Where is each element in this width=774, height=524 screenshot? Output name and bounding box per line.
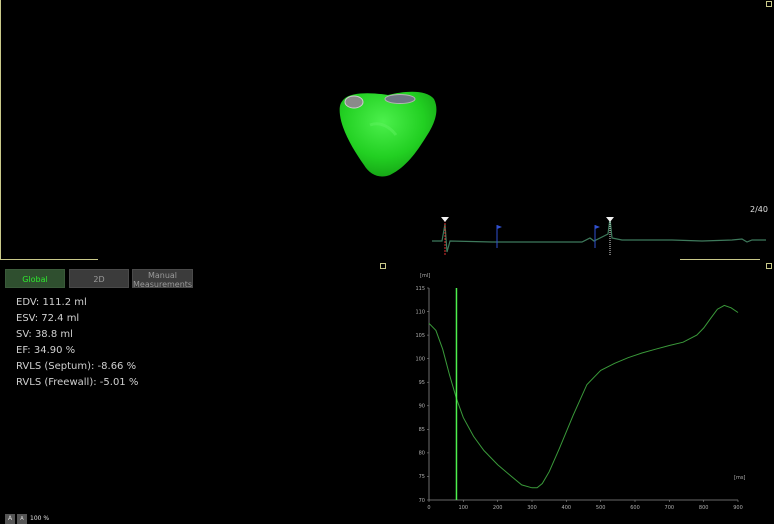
tab-2d[interactable]: 2D [69, 269, 129, 288]
measurement-value: -8.66 % [97, 361, 137, 372]
ecg-start-flag-icon [441, 217, 449, 222]
view-resize-handle-center[interactable] [380, 263, 386, 269]
ecg-trace [432, 217, 766, 253]
measurement-ef: EF: 34.90 % [16, 345, 75, 356]
ecg-strip[interactable] [432, 212, 772, 260]
y-tick-label: 70 [419, 498, 425, 504]
y-tick-label: 115 [415, 286, 425, 292]
x-tick-label: 800 [699, 505, 709, 511]
x-tick-label: 900 [733, 505, 743, 511]
measurement-label: SV: [16, 329, 32, 340]
x-tick-label: 700 [665, 505, 675, 511]
measurement-label: RVLS (Freewall): [16, 377, 97, 388]
measurement-label: EF: [16, 345, 31, 356]
ecg-end-flag-icon [606, 217, 614, 222]
rv-3d-model[interactable] [330, 85, 440, 185]
measurement-value: 111.2 ml [42, 297, 87, 308]
ecg-blue-flag-1-icon [497, 225, 502, 229]
measurement-rvls-septum: RVLS (Septum): -8.66 % [16, 361, 136, 372]
x-tick-label: 0 [427, 505, 430, 511]
volume-curve-chart[interactable]: [ml] [ms] 70 75 80 85 90 95 100 105 110 115 0 100 20… [408, 268, 768, 518]
measurement-value: 38.8 ml [34, 329, 73, 340]
ecg-blue-flag-2-icon [595, 225, 600, 229]
y-tick-label: 80 [419, 451, 425, 457]
zoom-button-a2[interactable]: A [17, 514, 27, 524]
x-tick-label: 500 [596, 505, 606, 511]
measurement-rvls-freewall: RVLS (Freewall): -5.01 % [16, 377, 138, 388]
tab-manual-measurements[interactable]: Manual Measurements [132, 269, 193, 289]
chart-series [428, 288, 739, 500]
measurement-edv: EDV: 111.2 ml [16, 297, 87, 308]
y-tick-label: 75 [419, 474, 425, 480]
x-tick-label: 600 [630, 505, 640, 511]
y-tick-label: 105 [415, 333, 425, 339]
x-axis-label: [ms] [734, 475, 745, 481]
measurement-label: EDV: [16, 297, 40, 308]
y-tick-label: 95 [419, 380, 425, 386]
volume-series-line [428, 304, 739, 489]
y-tick-label: 100 [415, 356, 425, 362]
y-tick-label: 90 [419, 404, 425, 410]
frame-bottom-left-line [0, 259, 98, 260]
measurement-value: 34.90 % [33, 345, 76, 356]
x-tick-label: 100 [459, 505, 469, 511]
measurement-value: -5.01 % [99, 377, 139, 388]
zoom-level: 100 % [30, 515, 50, 522]
x-tick-label: 200 [493, 505, 503, 511]
y-tick-label: 85 [419, 427, 425, 433]
measurement-value: 72.4 ml [41, 313, 80, 324]
x-tick-label: 300 [527, 505, 537, 511]
measurement-label: RVLS (Septum): [16, 361, 95, 372]
tab-global[interactable]: Global [5, 269, 65, 288]
y-axis-label: [ml] [420, 273, 430, 279]
y-tick-label: 110 [415, 309, 425, 315]
chart-axes: 70 75 80 85 90 95 100 105 110 115 0 100 200 300 400 500… [415, 286, 742, 511]
measurement-esv: ESV: 72.4 ml [16, 313, 79, 324]
top-right-corner-handle[interactable] [766, 1, 772, 7]
measurement-sv: SV: 38.8 ml [16, 329, 73, 340]
left-frame-edge [0, 0, 1, 259]
x-tick-label: 400 [562, 505, 572, 511]
measurement-label: ESV: [16, 313, 39, 324]
zoom-button-a1[interactable]: A [5, 514, 15, 524]
